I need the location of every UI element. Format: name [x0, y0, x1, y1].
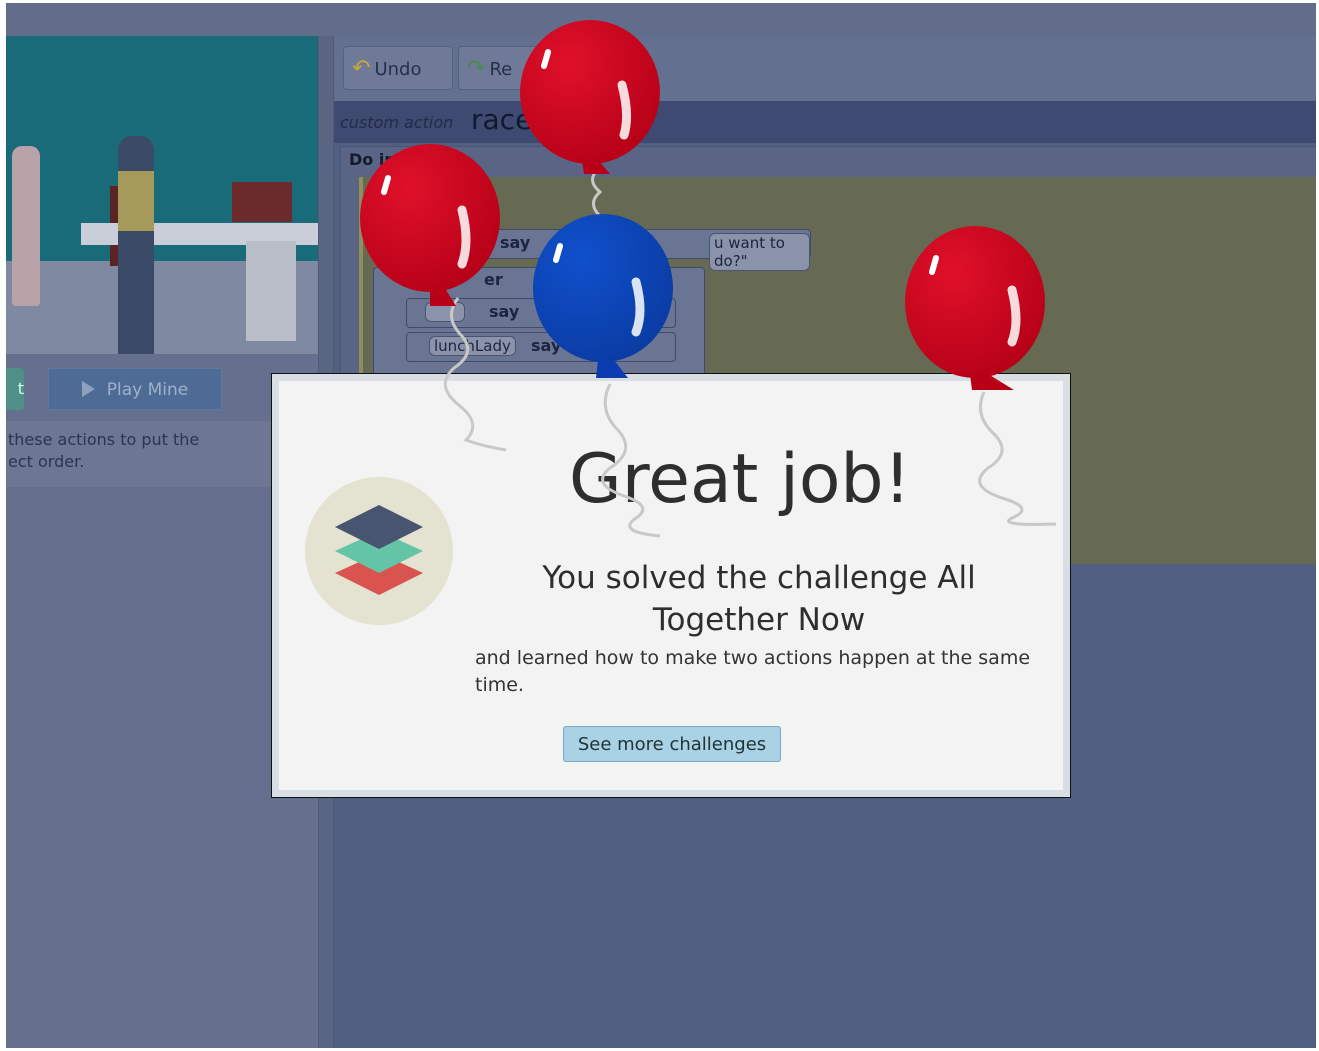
say-block[interactable]: lunchLady say [406, 332, 676, 362]
do-in-label: Do in [349, 150, 396, 169]
redo-icon: ↷ [467, 56, 486, 81]
undo-icon: ↶ [352, 56, 371, 81]
challenge-logo [305, 477, 453, 625]
scene-character-boy [118, 136, 154, 354]
scene-character-girl [12, 146, 40, 306]
instruction-line-2: ect order. [8, 452, 85, 471]
success-dialog: Great job! You solved the challenge All … [271, 373, 1071, 798]
redo-button[interactable]: ↷ Re [458, 46, 548, 90]
action-name[interactable]: race [471, 103, 532, 136]
redo-label: Re [489, 59, 513, 80]
say-text-tag[interactable]: u want to do?" [709, 233, 810, 271]
play-mine-button[interactable]: Play Mine [48, 368, 222, 410]
do-together-label: er [484, 270, 503, 289]
success-dialog-body: Great job! You solved the challenge All … [279, 381, 1063, 790]
play-icon [81, 381, 95, 397]
scene-chair [232, 182, 292, 222]
layers-icon [335, 505, 423, 595]
say-keyword: say [531, 336, 562, 355]
actor-tag[interactable] [425, 302, 465, 322]
undo-button[interactable]: ↶ Undo [343, 46, 453, 90]
custom-action-label: custom action [340, 113, 454, 132]
undo-label: Undo [374, 59, 422, 80]
challenge-solved-text: You solved the challenge All Together No… [542, 560, 976, 638]
say-keyword: say [489, 302, 520, 321]
scene-character-shirt [118, 171, 154, 231]
play-correct-button[interactable]: t [6, 368, 24, 410]
learned-description: and learned how to make two actions happ… [475, 647, 1031, 696]
say-block[interactable]: say u want to do?" [483, 229, 811, 271]
top-bar [6, 3, 1316, 37]
success-title: Great job! [569, 440, 911, 519]
scene-viewport[interactable] [6, 36, 318, 354]
instruction-line-1: these actions to put the [8, 430, 200, 449]
action-header: custom action race [334, 101, 1316, 143]
say-keyword: say [500, 233, 531, 252]
play-mine-label: Play Mine [106, 380, 189, 400]
editor-toolbar: ↶ Undo ↷ Re [334, 36, 1316, 101]
actor-tag[interactable]: lunchLady [429, 336, 516, 356]
scene-table-leg [246, 241, 296, 341]
do-together-block[interactable]: er say lunchLady say [373, 267, 705, 377]
see-more-challenges-button[interactable]: See more challenges [563, 726, 781, 762]
say-block[interactable]: say [406, 298, 676, 328]
